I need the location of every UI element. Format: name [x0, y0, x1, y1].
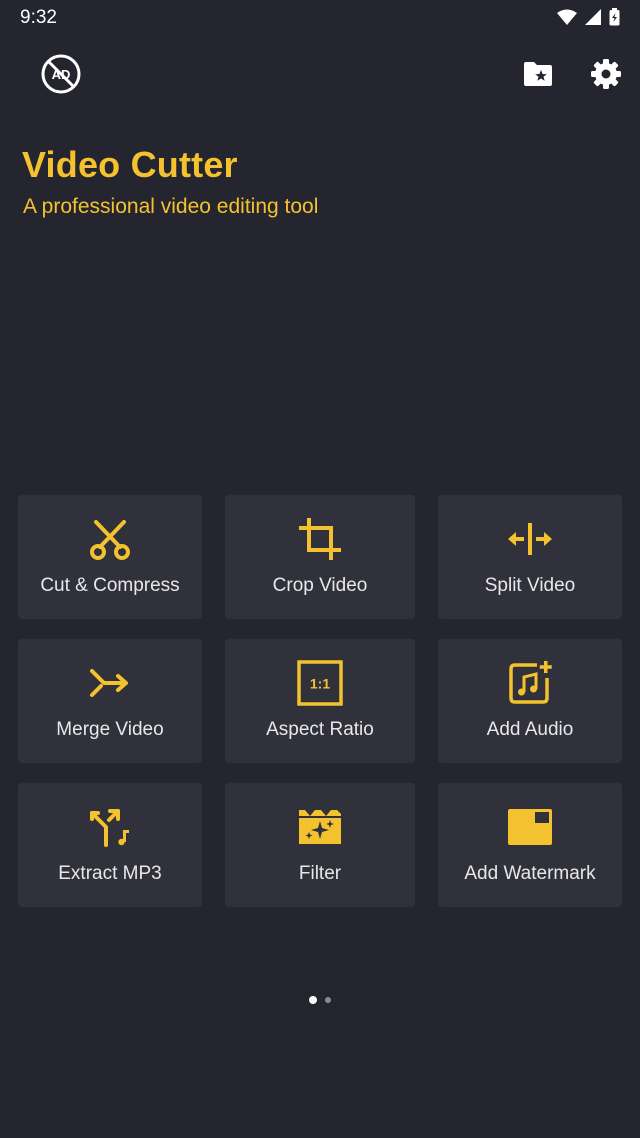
signal-icon	[585, 9, 601, 30]
folder-star-icon[interactable]	[520, 58, 556, 90]
status-time: 9:32	[20, 7, 57, 28]
page-dot[interactable]	[325, 997, 331, 1003]
settings-gear-icon[interactable]	[588, 56, 624, 92]
merge-icon	[86, 659, 134, 707]
tools-grid: Cut & Compress Crop Video Split Video Me…	[18, 495, 622, 907]
tile-label: Add Watermark	[464, 863, 596, 884]
tile-label: Split Video	[484, 575, 576, 596]
tile-label: Aspect Ratio	[266, 719, 374, 740]
battery-icon	[609, 8, 620, 31]
page-dot-active[interactable]	[309, 996, 317, 1004]
tile-label: Add Audio	[486, 719, 574, 740]
crop-video-button[interactable]: Crop Video	[225, 495, 415, 619]
status-icons	[557, 8, 620, 31]
split-video-button[interactable]: Split Video	[438, 495, 622, 619]
status-bar: 9:32	[0, 0, 640, 36]
filter-icon	[296, 803, 344, 851]
add-audio-button[interactable]: Add Audio	[438, 639, 622, 763]
cut-compress-button[interactable]: Cut & Compress	[18, 495, 202, 619]
watermark-icon	[506, 803, 554, 851]
crop-icon	[296, 515, 344, 563]
tile-label: Filter	[298, 863, 342, 884]
merge-video-button[interactable]: Merge Video	[18, 639, 202, 763]
extract-mp3-icon	[86, 803, 134, 851]
add-audio-icon	[506, 659, 554, 707]
tile-label: Crop Video	[272, 575, 368, 596]
filter-button[interactable]: Filter	[225, 783, 415, 907]
tile-label: Merge Video	[56, 719, 164, 740]
scissors-icon	[86, 515, 134, 563]
split-icon	[506, 515, 554, 563]
aspect-ratio-button[interactable]: 1:1 Aspect Ratio	[225, 639, 415, 763]
wifi-icon	[557, 9, 577, 30]
app-title: Video Cutter	[22, 144, 238, 185]
aspect-ratio-icon: 1:1	[296, 659, 344, 707]
extract-mp3-button[interactable]: Extract MP3	[18, 783, 202, 907]
tile-label: Extract MP3	[58, 863, 162, 884]
page-indicator	[0, 996, 640, 1004]
tile-label: Cut & Compress	[40, 575, 180, 596]
no-ads-icon[interactable]: AD	[40, 53, 82, 95]
aspect-ratio-text: 1:1	[310, 676, 330, 692]
app-subtitle: A professional video editing tool	[23, 195, 319, 218]
add-watermark-button[interactable]: Add Watermark	[438, 783, 622, 907]
